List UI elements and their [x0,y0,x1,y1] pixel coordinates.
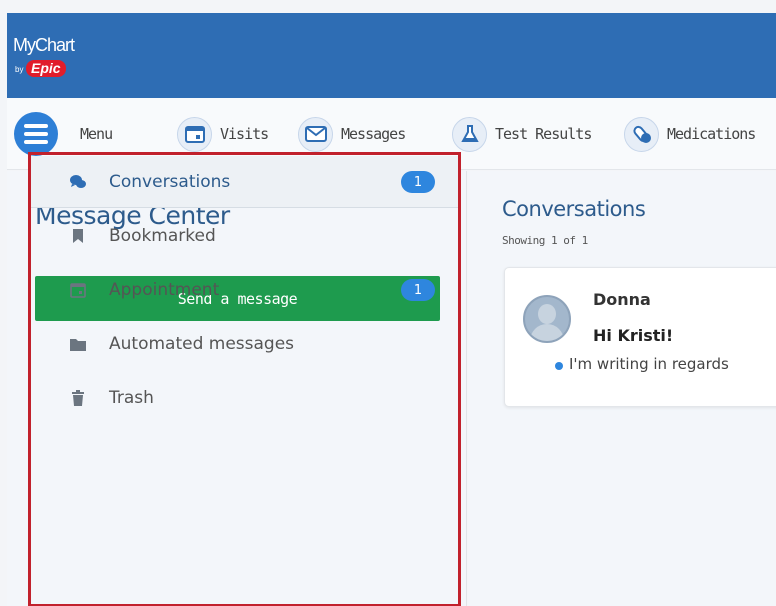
flask-icon [452,116,487,152]
folder-icon [69,335,87,353]
folder-item-bookmarked[interactable]: Bookmarked [31,210,458,262]
folder-label: Appointment [109,280,220,300]
calendar-icon [177,116,212,152]
nav-item-label: Messages [341,125,406,143]
nav-item-label: Test Results [495,125,592,143]
folder-item-automated-messages[interactable]: Automated messages [31,318,458,370]
envelope-icon [298,116,333,152]
conversation-card[interactable]: Donna Hi Kristi! I'm writing in regards [504,267,776,407]
folder-label: Automated messages [109,334,295,354]
folder-item-trash[interactable]: Trash [31,372,458,424]
logo-wordmark: MyChart [13,35,75,55]
conversations-count: Showing 1 of 1 [502,234,588,247]
trash-icon [69,389,87,407]
page-frame: MyChart by Epic Menu Visits Messages Tes… [0,0,776,606]
mychart-logo[interactable]: MyChart by Epic [13,35,108,95]
conversations-panel: Conversations Showing 1 of 1 Donna Hi Kr… [468,171,776,606]
folder-label: Bookmarked [109,226,216,246]
conversation-preview: I'm writing in regards [569,355,729,373]
folder-item-conversations[interactable]: Conversations 1 [31,156,458,208]
folder-label: Trash [109,388,154,408]
chat-icon [69,173,87,191]
nav-item-medications[interactable]: Medications [624,98,756,170]
calendar-icon [69,281,87,299]
app-header: MyChart by Epic [7,13,776,98]
nav-item-label: Medications [667,125,756,143]
folder-list: Conversations 1 Bookmarked Appointment 1… [28,152,461,606]
hamburger-menu-icon [14,112,58,156]
logo-by-text: by [15,65,24,74]
bookmark-icon [69,227,87,245]
folder-label: Conversations [109,171,231,192]
nav-item-test-results[interactable]: Test Results [452,98,592,170]
avatar [523,295,571,343]
unread-count-badge: 1 [401,279,435,301]
conversations-title: Conversations [502,197,646,221]
nav-item-label: Visits [220,125,269,143]
pills-icon [624,116,659,152]
folder-item-appointment[interactable]: Appointment 1 [31,264,458,316]
conversation-sender: Donna [593,290,651,309]
nav-menu-label: Menu [80,125,113,143]
unread-dot-icon [555,362,563,370]
epic-logo: Epic [26,60,66,77]
unread-count-badge: 1 [401,171,435,193]
conversation-subject: Hi Kristi! [593,326,674,345]
